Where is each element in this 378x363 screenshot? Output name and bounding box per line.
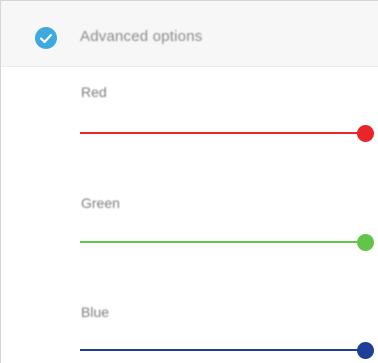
red-slider-label: Red — [81, 84, 107, 100]
red-slider[interactable] — [80, 124, 374, 142]
green-slider-fill — [80, 241, 365, 243]
red-slider-fill — [80, 132, 365, 134]
check-circle-icon[interactable] — [35, 27, 57, 49]
blue-slider-label: Blue — [81, 304, 110, 320]
green-slider-thumb[interactable] — [356, 233, 374, 251]
green-slider[interactable] — [80, 233, 374, 251]
blue-slider[interactable] — [80, 341, 374, 359]
advanced-options-row[interactable]: Advanced options — [1, 1, 378, 67]
advanced-options-panel: Advanced options Red Green Blue — [0, 0, 378, 363]
advanced-options-label: Advanced options — [80, 28, 203, 45]
blue-slider-thumb[interactable] — [356, 341, 374, 359]
red-slider-thumb[interactable] — [356, 124, 374, 142]
green-slider-label: Green — [81, 195, 120, 211]
blue-slider-fill — [80, 349, 365, 351]
checkmark-icon — [35, 27, 57, 49]
